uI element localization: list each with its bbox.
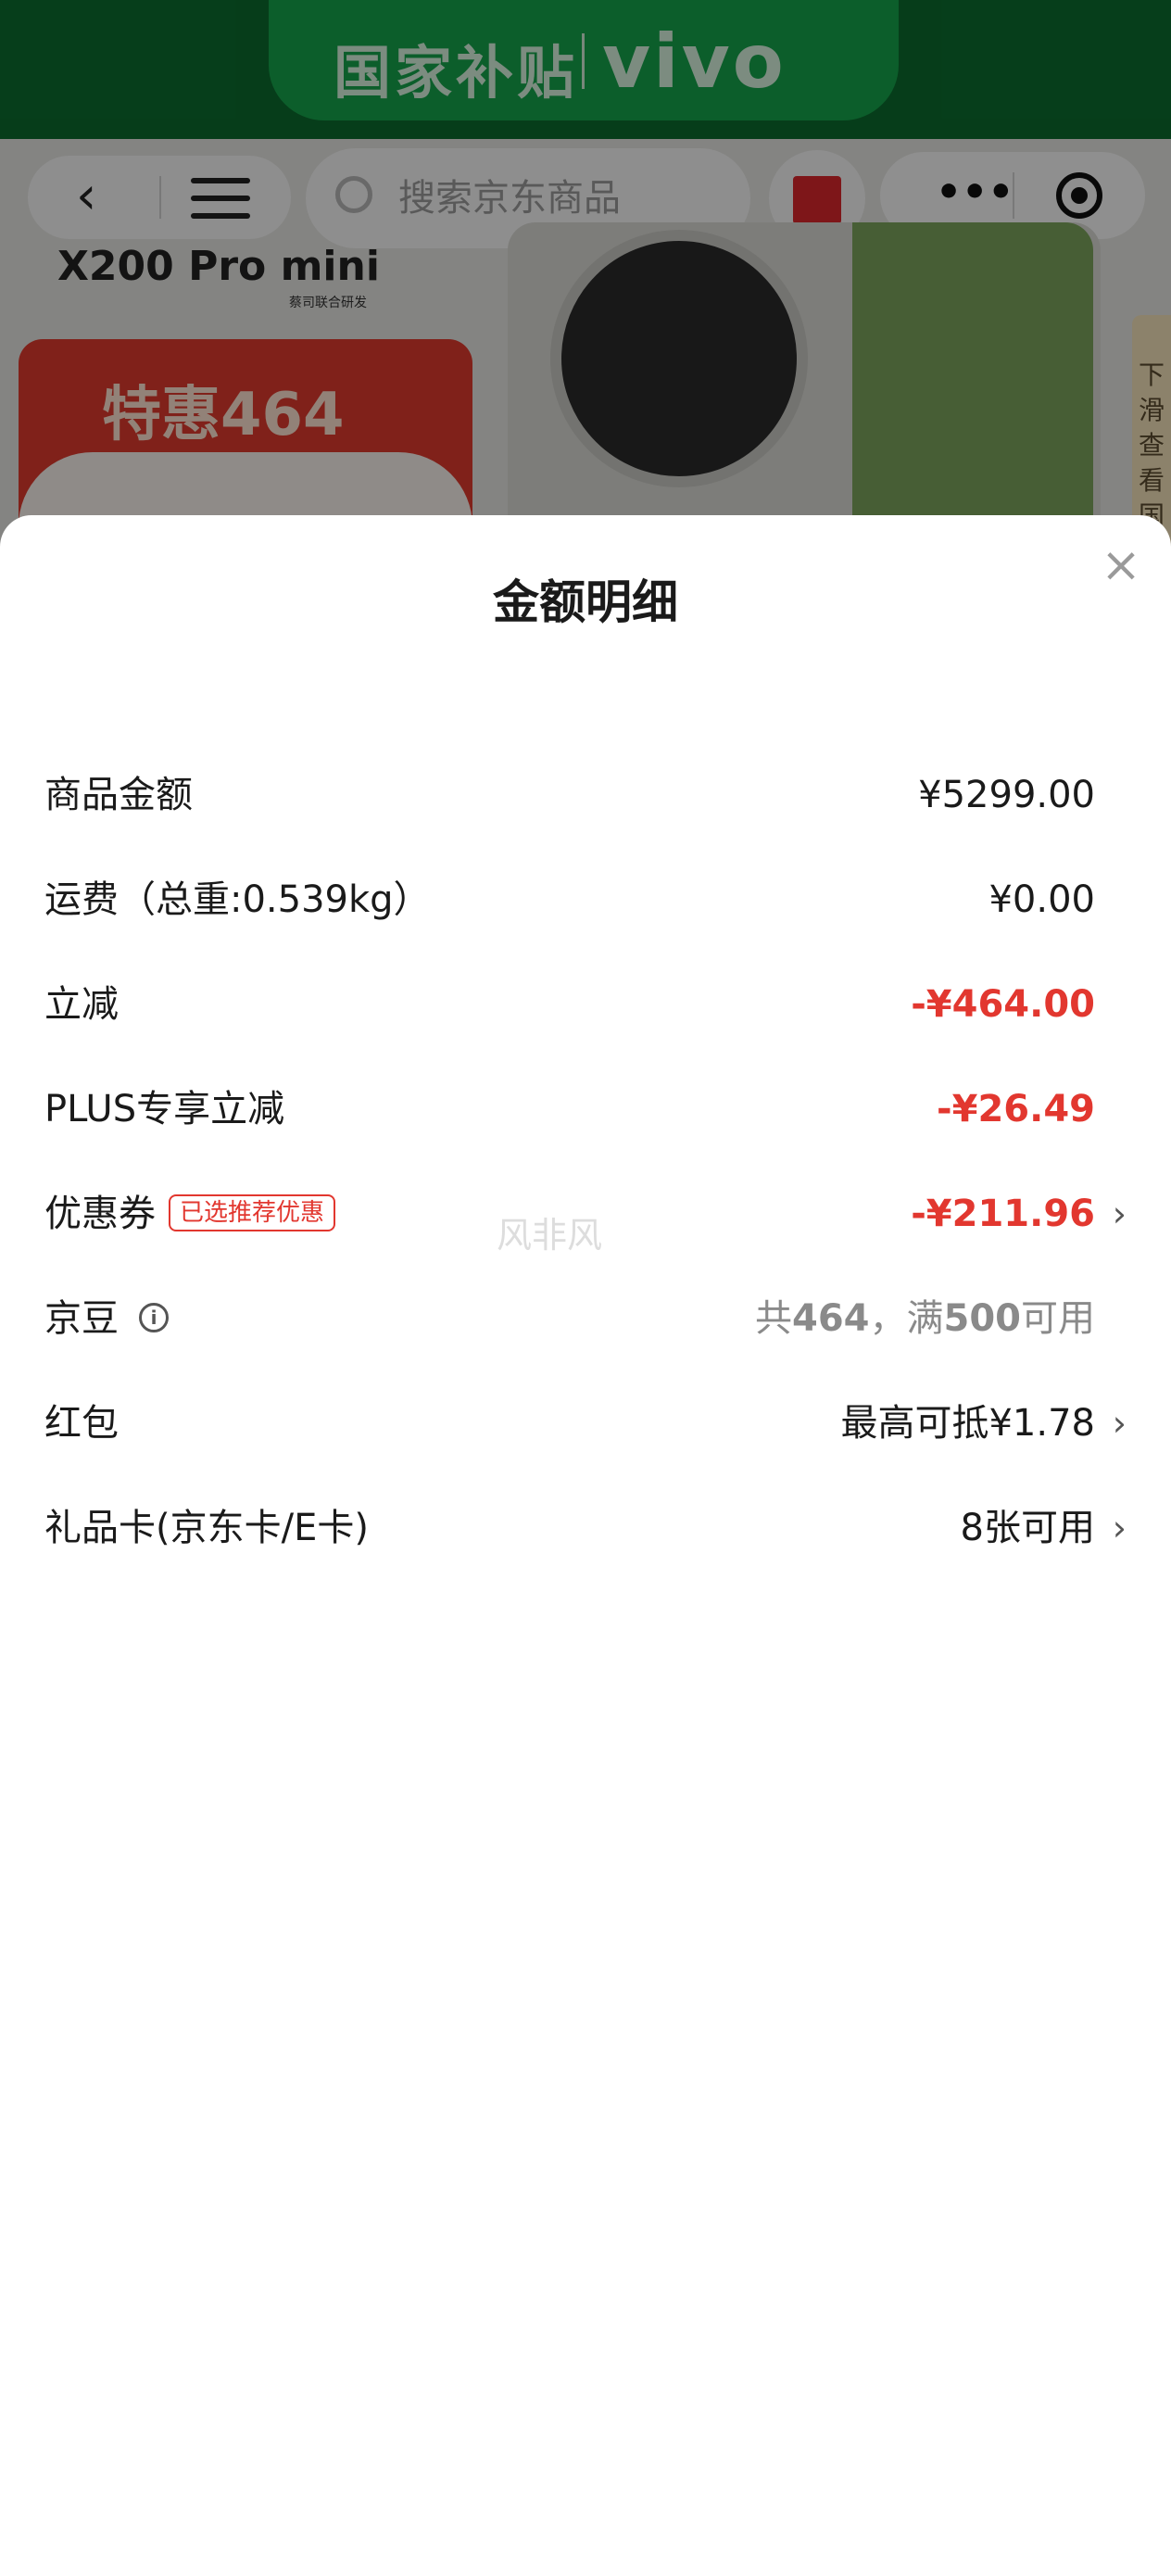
info-icon[interactable]: i	[139, 1303, 169, 1332]
row-value: -¥26.49	[937, 1088, 1095, 1130]
jingdou-mid: ，满	[869, 1297, 944, 1340]
row-label: 立减	[44, 983, 119, 1026]
row-value-group: 最高可抵¥1.78 ›	[840, 1386, 1127, 1460]
watermark: 风非风	[497, 1215, 603, 1256]
chevron-right-icon: ›	[1112, 1508, 1127, 1548]
row-label: 商品金额	[44, 774, 193, 816]
row-label: 优惠券	[44, 1193, 156, 1235]
jingdou-threshold: 500	[943, 1297, 1022, 1340]
row-value-group: -¥211.96 ›	[911, 1177, 1127, 1251]
chevron-right-icon: ›	[1112, 1193, 1127, 1234]
row-label-group: 优惠券 已选推荐优惠	[44, 1177, 336, 1251]
jingdou-prefix: 共	[755, 1297, 792, 1340]
modal-overlay[interactable]	[0, 0, 1171, 556]
row-value-group: 8张可用 ›	[961, 1491, 1127, 1565]
row-jingdou: 京豆 i 共464，满500可用	[44, 1282, 1127, 1356]
row-value: 共464，满500可用	[755, 1282, 1095, 1356]
row-label: 礼品卡(京东卡/E卡)	[44, 1507, 369, 1549]
jingdou-count: 464	[792, 1297, 870, 1340]
row-label: 京豆	[44, 1297, 119, 1340]
row-label: PLUS专享立减	[44, 1088, 285, 1130]
row-label-group: 京豆 i	[44, 1282, 169, 1356]
row-plus-discount: PLUS专享立减 -¥26.49	[44, 1072, 1127, 1146]
row-value: ¥0.00	[988, 878, 1095, 921]
row-value: -¥211.96	[911, 1193, 1095, 1235]
row-value: 8张可用	[960, 1507, 1095, 1549]
row-label: 红包	[44, 1402, 119, 1445]
chevron-right-icon: ›	[1112, 1403, 1127, 1444]
row-shipping-fee: 运费（总重:0.539kg） ¥0.00	[44, 863, 1127, 937]
row-value: ¥5299.00	[918, 774, 1095, 816]
amount-detail-sheet: 金额明细 × 商品金额 ¥5299.00 运费（总重:0.539kg） ¥0.0…	[0, 515, 1171, 2576]
close-icon[interactable]: ×	[1099, 541, 1143, 589]
row-label: 运费（总重:0.539kg）	[44, 878, 431, 921]
row-value: 最高可抵¥1.78	[840, 1402, 1095, 1445]
row-red-packet[interactable]: 红包 最高可抵¥1.78 ›	[44, 1386, 1127, 1460]
row-gift-card[interactable]: 礼品卡(京东卡/E卡) 8张可用 ›	[44, 1491, 1127, 1565]
sheet-title: 金额明细	[493, 575, 678, 629]
jingdou-suffix: 可用	[1021, 1297, 1095, 1340]
background-page: 国家补贴 vivo ‹ 搜索京东商品 ••• X200 Pro mini 蔡司联…	[0, 0, 1171, 556]
row-instant-discount: 立减 -¥464.00	[44, 967, 1127, 1042]
row-value: -¥464.00	[911, 983, 1095, 1026]
recommended-coupon-tag: 已选推荐优惠	[169, 1194, 336, 1231]
row-product-amount: 商品金额 ¥5299.00	[44, 758, 1127, 832]
